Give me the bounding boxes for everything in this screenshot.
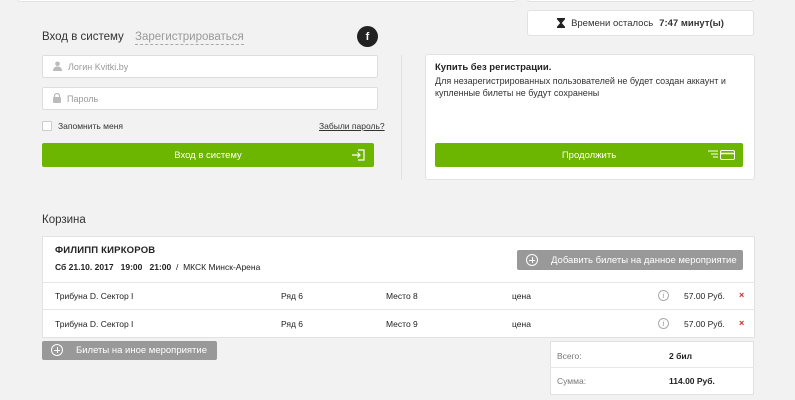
other-event-label: Билеты на иное мероприятие bbox=[76, 345, 208, 356]
cart-title: Корзина bbox=[42, 214, 86, 226]
add-same-event-label: Добавить билеты на данное мероприятие bbox=[551, 254, 737, 266]
continue-button-label: Продолжить bbox=[561, 149, 617, 161]
top-right-panel-edge bbox=[527, 0, 754, 2]
sum-value: 114.00 Руб. bbox=[669, 376, 715, 386]
remove-icon[interactable]: × bbox=[739, 318, 744, 328]
continue-button[interactable]: Продолжить bbox=[435, 143, 743, 167]
event-name: ФИЛИПП КИРКОРОВ bbox=[55, 245, 156, 256]
timer-label: Времени осталось bbox=[571, 17, 654, 29]
hourglass-icon bbox=[557, 18, 566, 28]
sum-label: Сумма: bbox=[557, 376, 587, 386]
timer-value: 7:47 минут(ы) bbox=[659, 17, 724, 29]
row-divider bbox=[42, 282, 755, 283]
section-divider bbox=[401, 55, 402, 180]
card-icon bbox=[708, 150, 735, 163]
user-icon bbox=[53, 61, 62, 73]
login-button[interactable]: Вход в систему bbox=[42, 143, 374, 167]
remember-label: Запомнить меня bbox=[58, 121, 124, 131]
remember-me[interactable]: Запомнить меня bbox=[42, 121, 123, 131]
guest-title: Купить без регистрации. bbox=[435, 62, 552, 73]
total-label: Всего: bbox=[557, 351, 582, 361]
password-input[interactable] bbox=[67, 93, 347, 104]
event-separator: / bbox=[175, 262, 179, 272]
plus-circle-icon bbox=[51, 344, 63, 356]
login-button-label: Вход в систему bbox=[174, 149, 242, 161]
remove-icon[interactable]: × bbox=[739, 290, 744, 300]
ticket-sector: Трибуна D. Сектор I bbox=[55, 319, 134, 329]
lock-icon bbox=[53, 92, 61, 105]
info-icon[interactable]: i bbox=[658, 290, 669, 301]
forgot-password-link[interactable]: Забыли пароль? bbox=[319, 121, 385, 131]
other-event-button[interactable]: Билеты на иное мероприятие bbox=[42, 341, 217, 360]
add-same-event-button[interactable]: Добавить билеты на данное мероприятие bbox=[517, 250, 743, 270]
ticket-seat: Место 8 bbox=[386, 291, 418, 301]
tab-register[interactable]: Зарегистрироваться bbox=[135, 31, 244, 45]
ticket-row: Ряд 6 bbox=[281, 319, 304, 329]
event-venue: МКСК Минск-Арена bbox=[183, 262, 261, 272]
guest-description: Для незарегистрированных пользователей н… bbox=[435, 76, 726, 98]
login-input[interactable] bbox=[68, 61, 348, 72]
facebook-icon[interactable]: f bbox=[357, 26, 378, 47]
summary-divider bbox=[550, 367, 754, 368]
ticket-price: 57.00 Руб. bbox=[684, 291, 725, 301]
event-datetime: Сб 21.10. 2017 19:00 21:00 / МКСК Минск-… bbox=[55, 262, 260, 272]
cart-summary bbox=[550, 341, 754, 395]
ticket-price-label: цена bbox=[512, 291, 531, 301]
ticket-row: Ряд 6 bbox=[281, 291, 304, 301]
info-icon[interactable]: i bbox=[658, 318, 669, 329]
password-field[interactable] bbox=[42, 87, 378, 110]
login-field[interactable] bbox=[42, 55, 378, 78]
plus-circle-icon bbox=[526, 254, 538, 266]
ticket-seat: Место 9 bbox=[386, 319, 418, 329]
top-left-panel-edge bbox=[17, 0, 517, 2]
event-time-end: 21:00 bbox=[149, 262, 172, 272]
row-divider bbox=[42, 309, 755, 310]
ticket-price-label: цена bbox=[512, 319, 531, 329]
ticket-price: 57.00 Руб. bbox=[684, 319, 725, 329]
event-time-start: 19:00 bbox=[120, 262, 143, 272]
total-value: 2 бил bbox=[669, 351, 692, 361]
time-remaining-badge: Времени осталось 7:47 минут(ы) bbox=[527, 10, 754, 36]
login-arrow-icon bbox=[352, 149, 365, 164]
ticket-sector: Трибуна D. Сектор I bbox=[55, 291, 134, 301]
tab-login[interactable]: Вход в систему bbox=[42, 31, 124, 43]
remember-checkbox[interactable] bbox=[42, 121, 52, 131]
event-date: Сб 21.10. 2017 bbox=[55, 262, 114, 272]
